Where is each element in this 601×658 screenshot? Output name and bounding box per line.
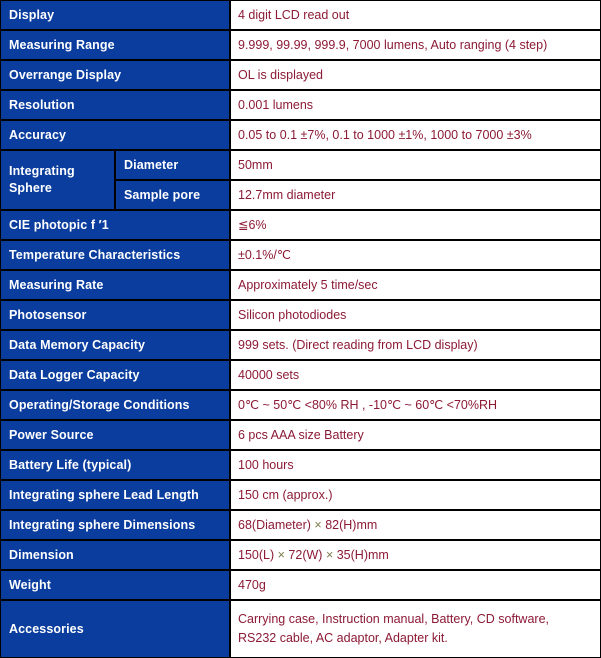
row-label-sphere-sample-pore: Sample pore <box>115 180 230 210</box>
accessories-line-2: RS232 cable, AC adaptor, Adapter kit. <box>238 631 448 645</box>
row-value-weight: 470g <box>230 570 601 600</box>
table-row: Weight 470g <box>0 570 601 600</box>
table-row: Measuring Rate Approximately 5 time/sec <box>0 270 601 300</box>
row-label-measuring-rate: Measuring Rate <box>0 270 230 300</box>
row-value-accuracy: 0.05 to 0.1 ±7%, 0.1 to 1000 ±1%, 1000 t… <box>230 120 601 150</box>
multiply-sign: × <box>325 547 334 562</box>
row-value-temperature-characteristics: ±0.1%/℃ <box>230 240 601 270</box>
specifications-table: Display 4 digit LCD read out Measuring R… <box>0 0 601 658</box>
row-value-dimension: 150(L) × 72(W) × 35(H)mm <box>230 540 601 570</box>
multiply-sign: × <box>314 517 322 532</box>
dim-part1: 150(L) <box>238 547 275 562</box>
row-value-data-memory-capacity: 999 sets. (Direct reading from LCD displ… <box>230 330 601 360</box>
table-row: Data Memory Capacity 999 sets. (Direct r… <box>0 330 601 360</box>
row-value-sphere-dimensions: 68(Diameter) × 82(H)mm <box>230 510 601 540</box>
row-label-temperature-characteristics: Temperature Characteristics <box>0 240 230 270</box>
row-value-accessories: Carrying case, Instruction manual, Batte… <box>230 600 601 658</box>
table-row: Operating/Storage Conditions 0℃ ~ 50℃ <8… <box>0 390 601 420</box>
row-label-battery-life: Battery Life (typical) <box>0 450 230 480</box>
row-label-data-logger-capacity: Data Logger Capacity <box>0 360 230 390</box>
row-label-display: Display <box>0 0 230 30</box>
row-label-integrating-sphere: Integrating Sphere <box>0 150 115 210</box>
row-value-power-source: 6 pcs AAA size Battery <box>230 420 601 450</box>
row-label-accessories: Accessories <box>0 600 230 658</box>
row-value-sphere-sample-pore: 12.7mm diameter <box>230 180 601 210</box>
row-value-resolution: 0.001 lumens <box>230 90 601 120</box>
table-row: Overrange Display OL is displayed <box>0 60 601 90</box>
row-label-measuring-range: Measuring Range <box>0 30 230 60</box>
table-row: Accuracy 0.05 to 0.1 ±7%, 0.1 to 1000 ±1… <box>0 120 601 150</box>
row-label-power-source: Power Source <box>0 420 230 450</box>
row-value-operating-storage-conditions: 0℃ ~ 50℃ <80% RH , -10℃ ~ 60℃ <70%RH <box>230 390 601 420</box>
row-value-cie-photopic: ≦6% <box>230 210 601 240</box>
row-label-data-memory-capacity: Data Memory Capacity <box>0 330 230 360</box>
row-label-sphere-lead-length: Integrating sphere Lead Length <box>0 480 230 510</box>
table-row: Photosensor Silicon photodiodes <box>0 300 601 330</box>
table-row: Dimension 150(L) × 72(W) × 35(H)mm <box>0 540 601 570</box>
table-row: Power Source 6 pcs AAA size Battery <box>0 420 601 450</box>
row-label-overrange-display: Overrange Display <box>0 60 230 90</box>
multiply-sign: × <box>277 547 285 562</box>
row-value-measuring-rate: Approximately 5 time/sec <box>230 270 601 300</box>
table-row: Integrating sphere Dimensions 68(Diamete… <box>0 510 601 540</box>
table-row: Integrating Sphere Diameter 50mm <box>0 150 601 210</box>
row-value-overrange-display: OL is displayed <box>230 60 601 90</box>
row-value-measuring-range: 9.999, 99.99, 999.9, 7000 lumens, Auto r… <box>230 30 601 60</box>
table-row: CIE photopic f ′1 ≦6% <box>0 210 601 240</box>
row-value-display: 4 digit LCD read out <box>230 0 601 30</box>
table-row: Measuring Range 9.999, 99.99, 999.9, 700… <box>0 30 601 60</box>
table-row: Accessories Carrying case, Instruction m… <box>0 600 601 658</box>
row-label-weight: Weight <box>0 570 230 600</box>
row-label-accuracy: Accuracy <box>0 120 230 150</box>
sphere-dim-part1: 68(Diameter) <box>238 517 311 532</box>
row-value-battery-life: 100 hours <box>230 450 601 480</box>
row-label-cie-photopic: CIE photopic f ′1 <box>0 210 230 240</box>
row-value-sphere-lead-length: 150 cm (approx.) <box>230 480 601 510</box>
table-row: Integrating sphere Lead Length 150 cm (a… <box>0 480 601 510</box>
row-value-data-logger-capacity: 40000 sets <box>230 360 601 390</box>
row-label-resolution: Resolution <box>0 90 230 120</box>
table-row: Battery Life (typical) 100 hours <box>0 450 601 480</box>
sphere-dim-part2: 82(H)mm <box>325 517 378 532</box>
table-row: Resolution 0.001 lumens <box>0 90 601 120</box>
dim-part3: 35(H)mm <box>336 547 389 562</box>
row-label-sphere-dimensions: Integrating sphere Dimensions <box>0 510 230 540</box>
table-row: Temperature Characteristics ±0.1%/℃ <box>0 240 601 270</box>
row-value-sphere-diameter: 50mm <box>230 150 601 180</box>
row-value-photosensor: Silicon photodiodes <box>230 300 601 330</box>
table-row: Display 4 digit LCD read out <box>0 0 601 30</box>
row-label-sphere-diameter: Diameter <box>115 150 230 180</box>
table-row: Data Logger Capacity 40000 sets <box>0 360 601 390</box>
dim-part2: 72(W) <box>288 547 323 562</box>
row-label-dimension: Dimension <box>0 540 230 570</box>
row-label-photosensor: Photosensor <box>0 300 230 330</box>
row-label-operating-storage-conditions: Operating/Storage Conditions <box>0 390 230 420</box>
accessories-line-1: Carrying case, Instruction manual, Batte… <box>238 612 549 627</box>
